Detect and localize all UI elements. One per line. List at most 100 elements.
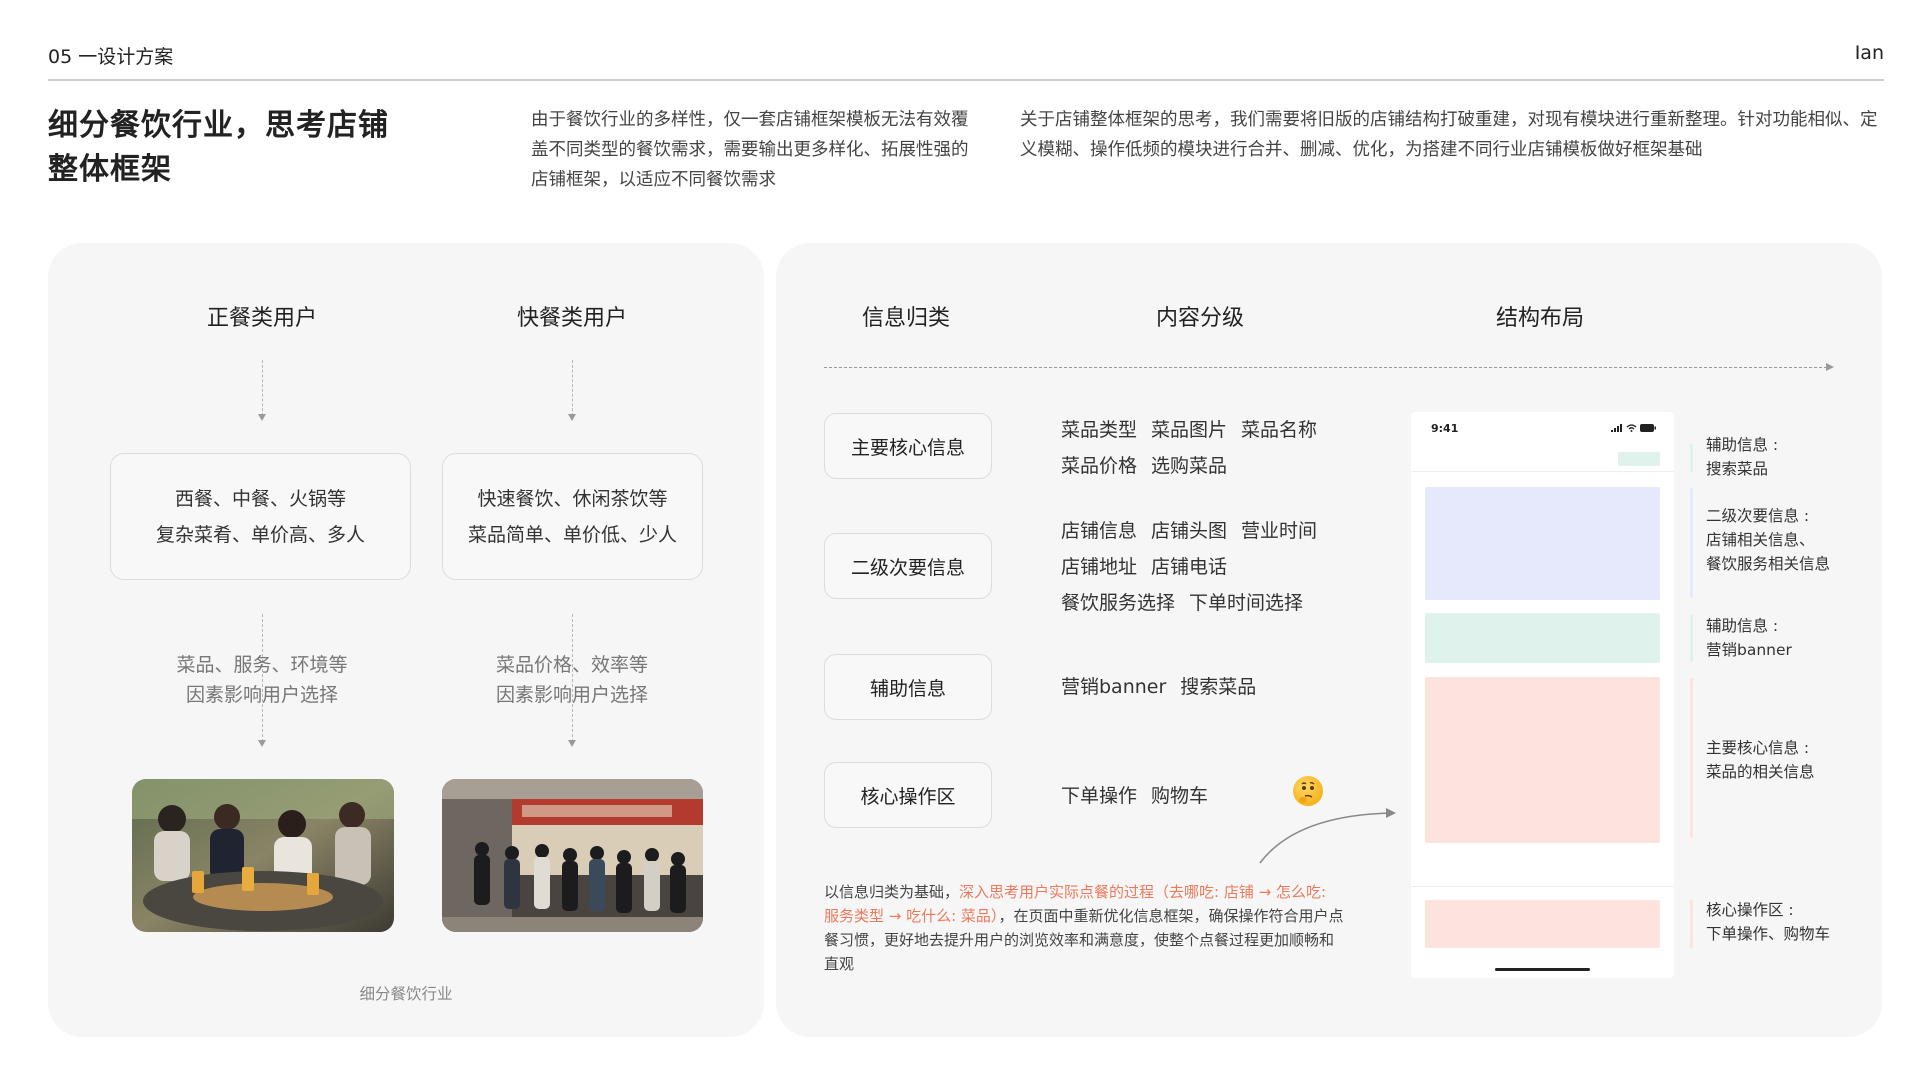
page-title-line1: 细分餐饮行业，思考店铺: [48, 108, 389, 143]
section-title: 05 一设计方案: [48, 46, 174, 68]
label-bar: [1690, 488, 1693, 598]
col-heading-formal-dining: 正餐类用户: [206, 306, 317, 331]
label-line: 搜索菜品: [1706, 460, 1769, 478]
factor-line: 因素影响用户选择: [185, 684, 338, 706]
wifi-icon: [1626, 424, 1637, 432]
content-item: 店铺信息: [1061, 520, 1138, 542]
fast-food-card: 快速餐饮、休闲茶饮等 菜品简单、单价低、少人: [442, 453, 703, 580]
label-line: 辅助信息 :: [1706, 617, 1779, 635]
card-line: 菜品简单、单价低、少人: [467, 523, 677, 546]
flow-line: [824, 367, 1827, 368]
arrow-right-icon: [1826, 363, 1834, 371]
label-auxiliary-search: 辅助信息 : 搜索菜品: [1706, 433, 1778, 481]
heading-info-classification: 信息归类: [862, 306, 951, 331]
content-secondary-info: 店铺信息 店铺头图 营业时间 店铺地址 店铺电话 餐饮服务选择 下单时间选择: [1061, 513, 1331, 621]
connector-line: [262, 360, 263, 416]
factor-line: 菜品、服务、环境等: [176, 654, 348, 676]
category-auxiliary-info: 辅助信息: [824, 654, 992, 720]
page-title: 细分餐饮行业，思考店铺 整体框架: [48, 104, 468, 192]
content-line: 菜品价格 选购菜品: [1061, 448, 1331, 484]
arrow-down-icon: [568, 740, 576, 747]
content-item: 营业时间: [1241, 520, 1318, 542]
content-item: 餐饮服务选择: [1061, 592, 1176, 614]
content-item: 下单时间选择: [1189, 592, 1304, 614]
divider: [1411, 471, 1674, 472]
content-item: 营销banner: [1061, 676, 1167, 698]
search-block: [1618, 452, 1660, 466]
heading-content-grading: 内容分级: [1156, 306, 1245, 331]
label-line: 店铺相关信息、: [1706, 531, 1815, 549]
col-heading-fast-food: 快餐类用户: [516, 306, 627, 331]
status-time: 9:41: [1431, 422, 1459, 435]
connector-line: [572, 360, 573, 416]
content-line: 下单操作 购物车: [1061, 778, 1222, 814]
content-core-info: 菜品类型 菜品图片 菜品名称 菜品价格 选购菜品: [1061, 412, 1331, 484]
factor-line: 菜品价格、效率等: [495, 654, 648, 676]
content-item: 店铺头图: [1151, 520, 1228, 542]
content-line: 菜品类型 菜品图片 菜品名称: [1061, 412, 1331, 448]
content-line: 店铺地址 店铺电话: [1061, 549, 1331, 585]
arrow-down-icon: [258, 414, 266, 421]
content-item: 下单操作: [1061, 785, 1138, 807]
thinking-face-icon: [1293, 776, 1323, 806]
analysis-note: 以信息归类为基础，深入思考用户实际点餐的过程（去哪吃: 店铺 → 怎么吃: 服务…: [824, 880, 1344, 976]
formal-dining-card: 西餐、中餐、火锅等 复杂菜肴、单价高、多人: [110, 453, 411, 580]
battery-icon: [1640, 424, 1656, 432]
content-item: 选购菜品: [1151, 455, 1228, 477]
banner-block: [1425, 613, 1660, 663]
intro-paragraph-2: 关于店铺整体框架的思考，我们需要将旧版的店铺结构打破重建，对现有模块进行重新整理…: [1020, 110, 1878, 160]
label-bar: [1690, 900, 1693, 948]
content-item: 店铺电话: [1151, 556, 1228, 578]
label-auxiliary-banner: 辅助信息 : 营销banner: [1706, 614, 1792, 662]
label-line: 二级次要信息 :: [1706, 507, 1810, 525]
label-line: 下单操作、购物车: [1706, 925, 1831, 943]
order-bar-block: [1425, 900, 1660, 948]
formal-dining-factors: 菜品、服务、环境等 因素影响用户选择: [142, 650, 382, 710]
category-secondary-info: 二级次要信息: [824, 533, 992, 599]
label-line: 辅助信息 :: [1706, 436, 1779, 454]
home-indicator: [1495, 968, 1590, 971]
note-text: 以信息归类为基础，: [824, 883, 960, 901]
content-line: 餐饮服务选择 下单时间选择: [1061, 585, 1331, 621]
label-line: 主要核心信息 :: [1706, 739, 1810, 757]
dish-list-block: [1425, 677, 1660, 843]
content-item: 菜品类型: [1061, 419, 1138, 441]
phone-mockup: 9:41: [1411, 412, 1674, 978]
label-bar: [1690, 444, 1693, 472]
fastfood-queue-photo: [442, 779, 703, 932]
dining-photo: [132, 779, 394, 932]
label-bar: [1690, 678, 1693, 838]
content-line: 营销banner 搜索菜品: [1061, 669, 1270, 705]
content-core-operation: 下单操作 购物车: [1061, 778, 1222, 814]
status-icons: [1611, 424, 1656, 432]
label-core-info: 主要核心信息 : 菜品的相关信息: [1706, 736, 1815, 784]
arrow-down-icon: [258, 740, 266, 747]
label-secondary-info: 二级次要信息 : 店铺相关信息、 餐饮服务相关信息: [1706, 504, 1830, 576]
category-core-info: 主要核心信息: [824, 413, 992, 479]
label-line: 菜品的相关信息: [1706, 763, 1815, 781]
label-bar: [1690, 614, 1693, 662]
content-item: 菜品名称: [1241, 419, 1318, 441]
factor-line: 因素影响用户选择: [495, 684, 648, 706]
page-title-line2: 整体框架: [48, 152, 172, 187]
heading-structure-layout: 结构布局: [1496, 306, 1585, 331]
content-item: 店铺地址: [1061, 556, 1138, 578]
shop-info-block: [1425, 487, 1660, 600]
card-line: 西餐、中餐、火锅等: [174, 487, 346, 510]
content-auxiliary-info: 营销banner 搜索菜品: [1061, 669, 1270, 705]
content-line: 店铺信息 店铺头图 营业时间: [1061, 513, 1331, 549]
intro-paragraph-1: 由于餐饮行业的多样性，仅一套店铺框架模板无法有效覆盖不同类型的餐饮需求，需要输出…: [531, 110, 969, 190]
content-item: 购物车: [1151, 785, 1209, 807]
card-line: 快速餐饮、休闲茶饮等: [477, 487, 668, 510]
signal-icon: [1611, 424, 1622, 432]
fast-food-factors: 菜品价格、效率等 因素影响用户选择: [452, 650, 692, 710]
content-item: 搜索菜品: [1180, 676, 1257, 698]
author-name: Ian: [1854, 42, 1884, 64]
content-item: 菜品图片: [1151, 419, 1228, 441]
card-line: 复杂菜肴、单价高、多人: [155, 523, 365, 546]
label-line: 营销banner: [1706, 641, 1792, 659]
label-line: 核心操作区 :: [1706, 901, 1794, 919]
curved-arrow-icon: [1259, 808, 1396, 864]
arrow-down-icon: [568, 414, 576, 421]
label-line: 餐饮服务相关信息: [1706, 555, 1831, 573]
